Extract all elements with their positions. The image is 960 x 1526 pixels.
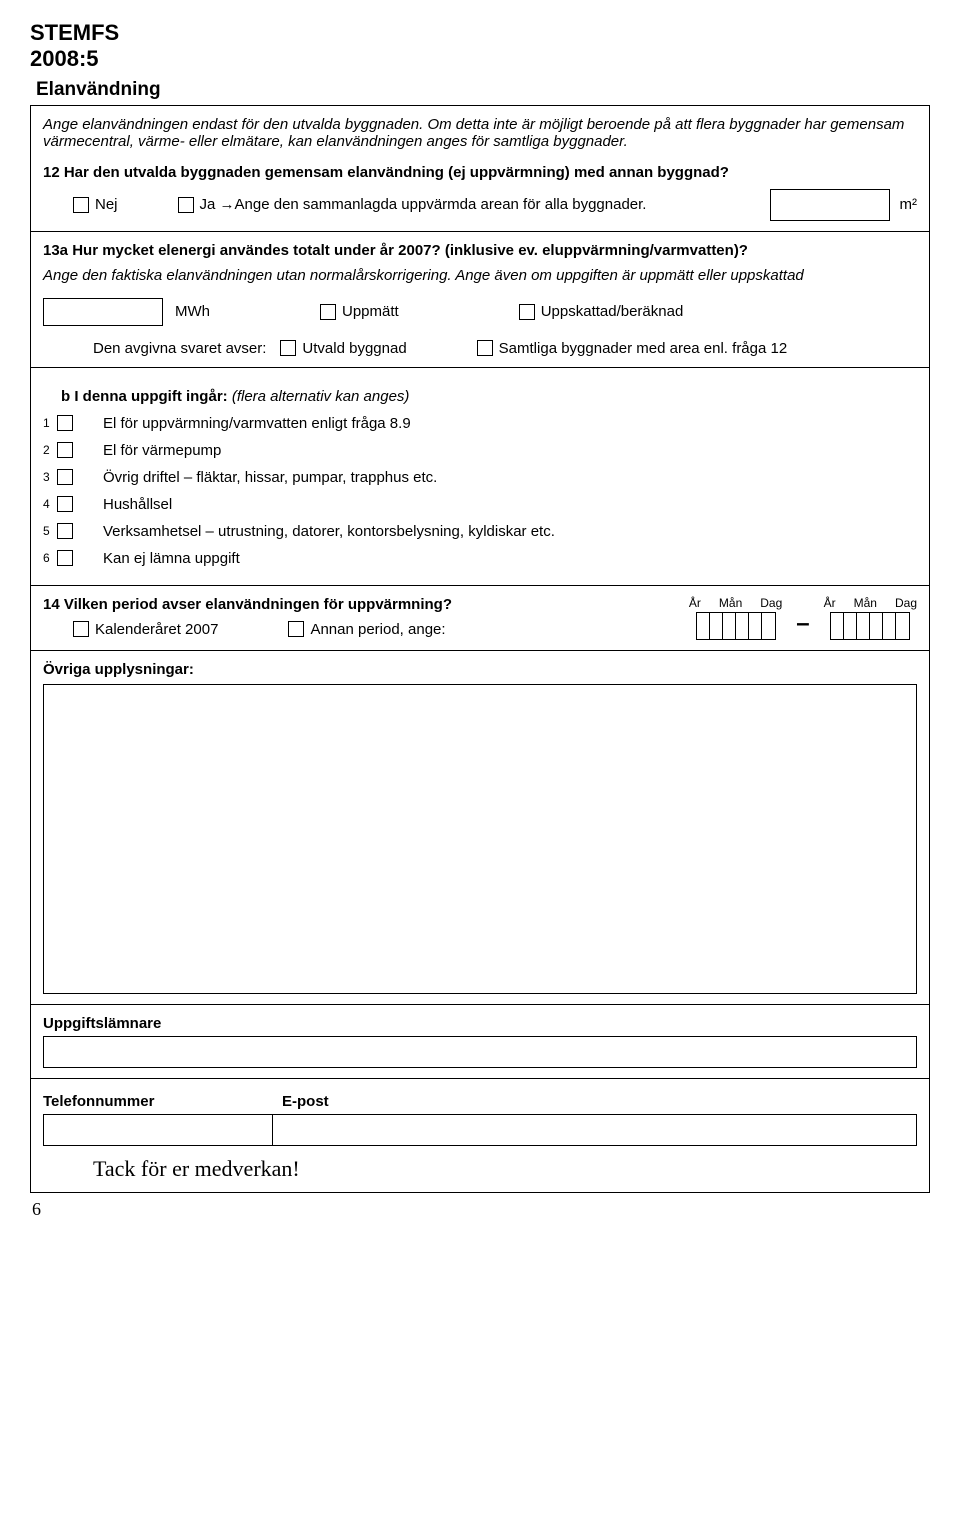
checkbox-uppskattad[interactable] xyxy=(519,304,535,320)
date-to-labels: År Mån Dag xyxy=(824,596,917,610)
input-mwh[interactable] xyxy=(43,298,163,326)
item-num-5: 5 xyxy=(43,524,57,538)
q12-question: 12 Har den utvalda byggnaden gemensam el… xyxy=(43,164,917,181)
label-man-2: Mån xyxy=(854,596,877,610)
q13b-title-bold: b I denna uppgift ingår: xyxy=(61,388,228,405)
label-ar-1: År xyxy=(689,596,701,610)
label-telefon: Telefonnummer xyxy=(43,1093,273,1110)
date-to-col: År Mån Dag xyxy=(824,596,917,640)
checkbox-utvald-byggnad[interactable] xyxy=(280,340,296,356)
label-man-1: Mån xyxy=(719,596,742,610)
q14-question: 14 Vilken period avser elanvändningen fö… xyxy=(43,596,689,613)
input-epost[interactable] xyxy=(272,1114,917,1146)
label-uppskattad: Uppskattad/beräknad xyxy=(541,303,684,320)
input-date-to[interactable] xyxy=(830,612,910,640)
checkbox-opt-4[interactable] xyxy=(57,496,73,512)
label-m2: m² xyxy=(900,196,918,213)
date-dash: – xyxy=(796,610,809,640)
input-telefon[interactable] xyxy=(43,1114,273,1146)
q13b-list: 1 El för uppvärmning/varmvatten enligt f… xyxy=(43,415,917,567)
q13a-avser-row: Den avgivna svaret avser: Utvald byggnad… xyxy=(43,340,917,357)
label-opt-6: Kan ej lämna uppgift xyxy=(103,550,240,567)
col-telefon: Telefonnummer xyxy=(43,1093,273,1146)
checkbox-opt-3[interactable] xyxy=(57,469,73,485)
checkbox-opt-5[interactable] xyxy=(57,523,73,539)
label-opt-5: Verksamhetsel – utrustning, datorer, kon… xyxy=(103,523,555,540)
q13b-item-2: 2 El för värmepump xyxy=(43,442,917,459)
label-uppmatt: Uppmätt xyxy=(342,303,399,320)
date-from-col: År Mån Dag xyxy=(689,596,782,640)
label-dag-1: Dag xyxy=(760,596,782,610)
checkbox-nej[interactable] xyxy=(73,197,89,213)
doc-header: STEMFS 2008:5 xyxy=(30,20,930,73)
checkbox-annan-period[interactable] xyxy=(288,621,304,637)
item-num-3: 3 xyxy=(43,470,57,484)
label-opt-4: Hushållsel xyxy=(103,496,172,513)
telepost-row: Telefonnummer E-post xyxy=(43,1093,917,1146)
q13b-item-4: 4 Hushållsel xyxy=(43,496,917,513)
q13a-mwh-row: MWh Uppmätt Uppskattad/beräknad xyxy=(43,298,917,326)
q13a-subtext: Ange den faktiska elanvändningen utan no… xyxy=(43,267,917,284)
label-samtliga: Samtliga byggnader med area enl. fråga 1… xyxy=(499,340,788,357)
label-uppgiftslamnare: Uppgiftslämnare xyxy=(43,1015,917,1032)
header-line2: 2008:5 xyxy=(30,46,930,72)
q12-options-row: Nej Ja →Ange den sammanlagda uppvärmda a… xyxy=(43,189,917,221)
col-epost: E-post xyxy=(272,1093,917,1146)
q13b-title-italic: (flera alternativ kan anges) xyxy=(232,388,410,405)
input-date-from[interactable] xyxy=(696,612,776,640)
label-opt-1: El för uppvärmning/varmvatten enligt frå… xyxy=(103,415,411,432)
q13b-item-6: 6 Kan ej lämna uppgift xyxy=(43,550,917,567)
section-heading-elanvandning: Elanvändning xyxy=(36,79,930,101)
box-q14: 14 Vilken period avser elanvändningen fö… xyxy=(30,586,930,651)
label-mwh: MWh xyxy=(175,303,210,320)
label-opt-3: Övrig driftel – fläktar, hissar, pumpar,… xyxy=(103,469,437,486)
checkbox-ja[interactable] xyxy=(178,197,194,213)
date-from-labels: År Mån Dag xyxy=(689,596,782,610)
item-num-2: 2 xyxy=(43,443,57,457)
checkbox-uppmatt[interactable] xyxy=(320,304,336,320)
q14-date-group: År Mån Dag – År Mån Dag xyxy=(689,596,917,640)
checkbox-kalender[interactable] xyxy=(73,621,89,637)
input-ovriga[interactable] xyxy=(43,684,917,994)
page-number: 6 xyxy=(32,1199,930,1220)
q13b-item-1: 1 El för uppvärmning/varmvatten enligt f… xyxy=(43,415,917,432)
item-num-6: 6 xyxy=(43,551,57,565)
label-epost: E-post xyxy=(272,1093,917,1110)
label-utvald: Utvald byggnad xyxy=(302,340,406,357)
checkbox-opt-1[interactable] xyxy=(57,415,73,431)
q14-options: Kalenderåret 2007 Annan period, ange: xyxy=(73,621,689,638)
q13b-item-3: 3 Övrig driftel – fläktar, hissar, pumpa… xyxy=(43,469,917,486)
q13a-question: 13a Hur mycket elenergi användes totalt … xyxy=(43,242,917,259)
label-avser: Den avgivna svaret avser: xyxy=(93,340,266,357)
checkbox-samtliga[interactable] xyxy=(477,340,493,356)
checkbox-opt-6[interactable] xyxy=(57,550,73,566)
box-uppgiftslamnare: Uppgiftslämnare xyxy=(30,1005,930,1079)
box-q13b: b I denna uppgift ingår: (flera alternat… xyxy=(30,368,930,586)
label-opt-2: El för värmepump xyxy=(103,442,221,459)
q14-row: 14 Vilken period avser elanvändningen fö… xyxy=(43,596,917,640)
label-ja: Ja →Ange den sammanlagda uppvärmda arean… xyxy=(200,196,647,213)
input-uppgiftslamnare[interactable] xyxy=(43,1036,917,1068)
checkbox-opt-2[interactable] xyxy=(57,442,73,458)
q13b-title: b I denna uppgift ingår: (flera alternat… xyxy=(61,388,917,405)
input-area[interactable] xyxy=(770,189,890,221)
item-num-1: 1 xyxy=(43,416,57,430)
box-telefon-epost: Telefonnummer E-post Tack för er medverk… xyxy=(30,1079,930,1193)
label-dag-2: Dag xyxy=(895,596,917,610)
label-kalender: Kalenderåret 2007 xyxy=(95,621,218,638)
q14-left: 14 Vilken period avser elanvändningen fö… xyxy=(43,596,689,638)
label-ovriga: Övriga upplysningar: xyxy=(43,661,917,678)
box-ovriga: Övriga upplysningar: xyxy=(30,651,930,1005)
box-q13a: 13a Hur mycket elenergi användes totalt … xyxy=(30,232,930,368)
label-annan-period: Annan period, ange: xyxy=(310,621,445,638)
label-ar-2: År xyxy=(824,596,836,610)
header-line1: STEMFS xyxy=(30,20,930,46)
thank-you-text: Tack för er medverkan! xyxy=(93,1156,917,1182)
item-num-4: 4 xyxy=(43,497,57,511)
q13b-item-5: 5 Verksamhetsel – utrustning, datorer, k… xyxy=(43,523,917,540)
q12-intro: Ange elanvändningen endast för den utval… xyxy=(43,116,917,150)
box-q12: Ange elanvändningen endast för den utval… xyxy=(30,105,930,232)
label-nej: Nej xyxy=(95,196,118,213)
